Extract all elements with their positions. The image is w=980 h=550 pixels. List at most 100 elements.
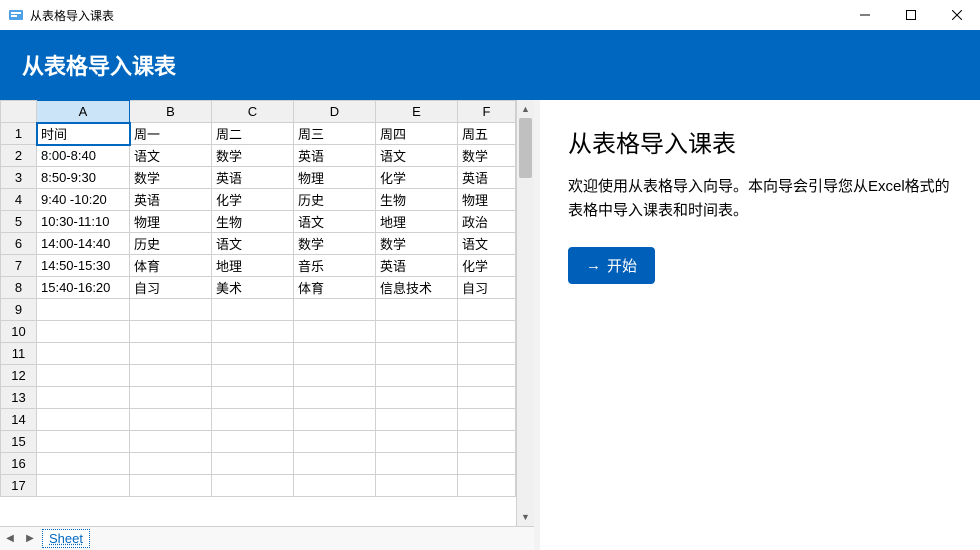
- cell[interactable]: [376, 299, 458, 321]
- row-header[interactable]: 2: [1, 145, 37, 167]
- cell[interactable]: [294, 343, 376, 365]
- cell[interactable]: [130, 365, 212, 387]
- cell[interactable]: 化学: [212, 189, 294, 211]
- cell[interactable]: [37, 321, 130, 343]
- cell[interactable]: 体育: [294, 277, 376, 299]
- cell[interactable]: [130, 321, 212, 343]
- cell[interactable]: [212, 431, 294, 453]
- cell[interactable]: [376, 321, 458, 343]
- cell[interactable]: [458, 431, 516, 453]
- row-header[interactable]: 16: [1, 453, 37, 475]
- cell[interactable]: [212, 475, 294, 497]
- cell[interactable]: 物理: [458, 189, 516, 211]
- cell[interactable]: [130, 299, 212, 321]
- cell[interactable]: 15:40-16:20: [37, 277, 130, 299]
- row-header[interactable]: 17: [1, 475, 37, 497]
- cell[interactable]: 14:00-14:40: [37, 233, 130, 255]
- cell[interactable]: [130, 387, 212, 409]
- cell[interactable]: 英语: [212, 167, 294, 189]
- cell[interactable]: [458, 475, 516, 497]
- cell[interactable]: 化学: [376, 167, 458, 189]
- cell[interactable]: [37, 387, 130, 409]
- cell[interactable]: [130, 431, 212, 453]
- row-header[interactable]: 4: [1, 189, 37, 211]
- scroll-thumb[interactable]: [519, 118, 532, 178]
- cell[interactable]: 周四: [376, 123, 458, 145]
- row-header[interactable]: 13: [1, 387, 37, 409]
- cell[interactable]: [376, 409, 458, 431]
- cell[interactable]: 地理: [376, 211, 458, 233]
- cell[interactable]: [212, 343, 294, 365]
- row-header[interactable]: 6: [1, 233, 37, 255]
- cell[interactable]: 8:00-8:40: [37, 145, 130, 167]
- cell[interactable]: [212, 409, 294, 431]
- cell[interactable]: [294, 409, 376, 431]
- row-header[interactable]: 12: [1, 365, 37, 387]
- sheet-nav-prev[interactable]: ◀: [0, 528, 20, 550]
- cell[interactable]: 周五: [458, 123, 516, 145]
- cell[interactable]: [458, 453, 516, 475]
- cell[interactable]: 历史: [130, 233, 212, 255]
- cell[interactable]: [294, 431, 376, 453]
- cell[interactable]: [212, 387, 294, 409]
- row-header[interactable]: 8: [1, 277, 37, 299]
- cell[interactable]: [376, 431, 458, 453]
- cell[interactable]: 地理: [212, 255, 294, 277]
- cell[interactable]: 自习: [130, 277, 212, 299]
- cell[interactable]: 语文: [458, 233, 516, 255]
- row-header[interactable]: 3: [1, 167, 37, 189]
- cell[interactable]: 音乐: [294, 255, 376, 277]
- scroll-up-arrow[interactable]: ▲: [517, 100, 534, 118]
- row-header[interactable]: 14: [1, 409, 37, 431]
- cell[interactable]: [458, 299, 516, 321]
- cell[interactable]: 数学: [376, 233, 458, 255]
- cell[interactable]: 周三: [294, 123, 376, 145]
- cell[interactable]: 语文: [376, 145, 458, 167]
- cell[interactable]: [376, 343, 458, 365]
- cell[interactable]: [294, 365, 376, 387]
- cell[interactable]: [37, 453, 130, 475]
- cell[interactable]: 政治: [458, 211, 516, 233]
- cell[interactable]: [294, 453, 376, 475]
- sheet-nav-next[interactable]: ▶: [20, 528, 40, 550]
- cell[interactable]: [212, 299, 294, 321]
- cell[interactable]: [130, 475, 212, 497]
- cell[interactable]: [37, 299, 130, 321]
- cell[interactable]: 生物: [376, 189, 458, 211]
- cell[interactable]: 数学: [294, 233, 376, 255]
- scroll-track[interactable]: [517, 118, 534, 508]
- cell[interactable]: [376, 387, 458, 409]
- cell[interactable]: 语文: [130, 145, 212, 167]
- cell[interactable]: 英语: [376, 255, 458, 277]
- cell[interactable]: [37, 343, 130, 365]
- col-header-f[interactable]: F: [458, 101, 516, 123]
- cell[interactable]: [212, 453, 294, 475]
- cell[interactable]: [294, 387, 376, 409]
- cell[interactable]: [458, 343, 516, 365]
- cell[interactable]: 体育: [130, 255, 212, 277]
- cell[interactable]: [458, 409, 516, 431]
- cell[interactable]: 数学: [212, 145, 294, 167]
- row-header[interactable]: 1: [1, 123, 37, 145]
- sheet-tab[interactable]: Sheet: [42, 529, 90, 548]
- cell[interactable]: [37, 475, 130, 497]
- cell[interactable]: 语文: [294, 211, 376, 233]
- cell[interactable]: [130, 343, 212, 365]
- cell[interactable]: 8:50-9:30: [37, 167, 130, 189]
- row-header[interactable]: 11: [1, 343, 37, 365]
- vertical-scrollbar[interactable]: ▲ ▼: [516, 100, 534, 526]
- cell[interactable]: 物理: [294, 167, 376, 189]
- col-header-b[interactable]: B: [130, 101, 212, 123]
- row-header[interactable]: 7: [1, 255, 37, 277]
- cell[interactable]: [458, 365, 516, 387]
- col-header-a[interactable]: A: [37, 101, 130, 123]
- cell[interactable]: [294, 321, 376, 343]
- cell[interactable]: 时间: [37, 123, 130, 145]
- cell[interactable]: 数学: [130, 167, 212, 189]
- maximize-button[interactable]: [888, 0, 934, 30]
- cell[interactable]: [294, 299, 376, 321]
- cell[interactable]: 美术: [212, 277, 294, 299]
- col-header-d[interactable]: D: [294, 101, 376, 123]
- cell[interactable]: 英语: [130, 189, 212, 211]
- cell[interactable]: [294, 475, 376, 497]
